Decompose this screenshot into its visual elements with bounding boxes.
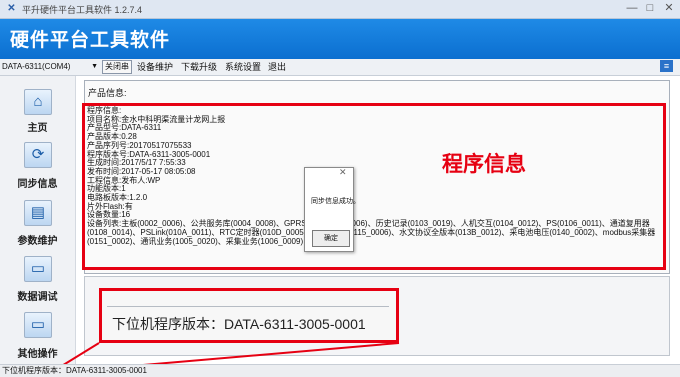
status-version-text: 下位机程序版本：DATA-6311-3005-0001: [2, 366, 147, 375]
callout-lines: [59, 342, 400, 368]
